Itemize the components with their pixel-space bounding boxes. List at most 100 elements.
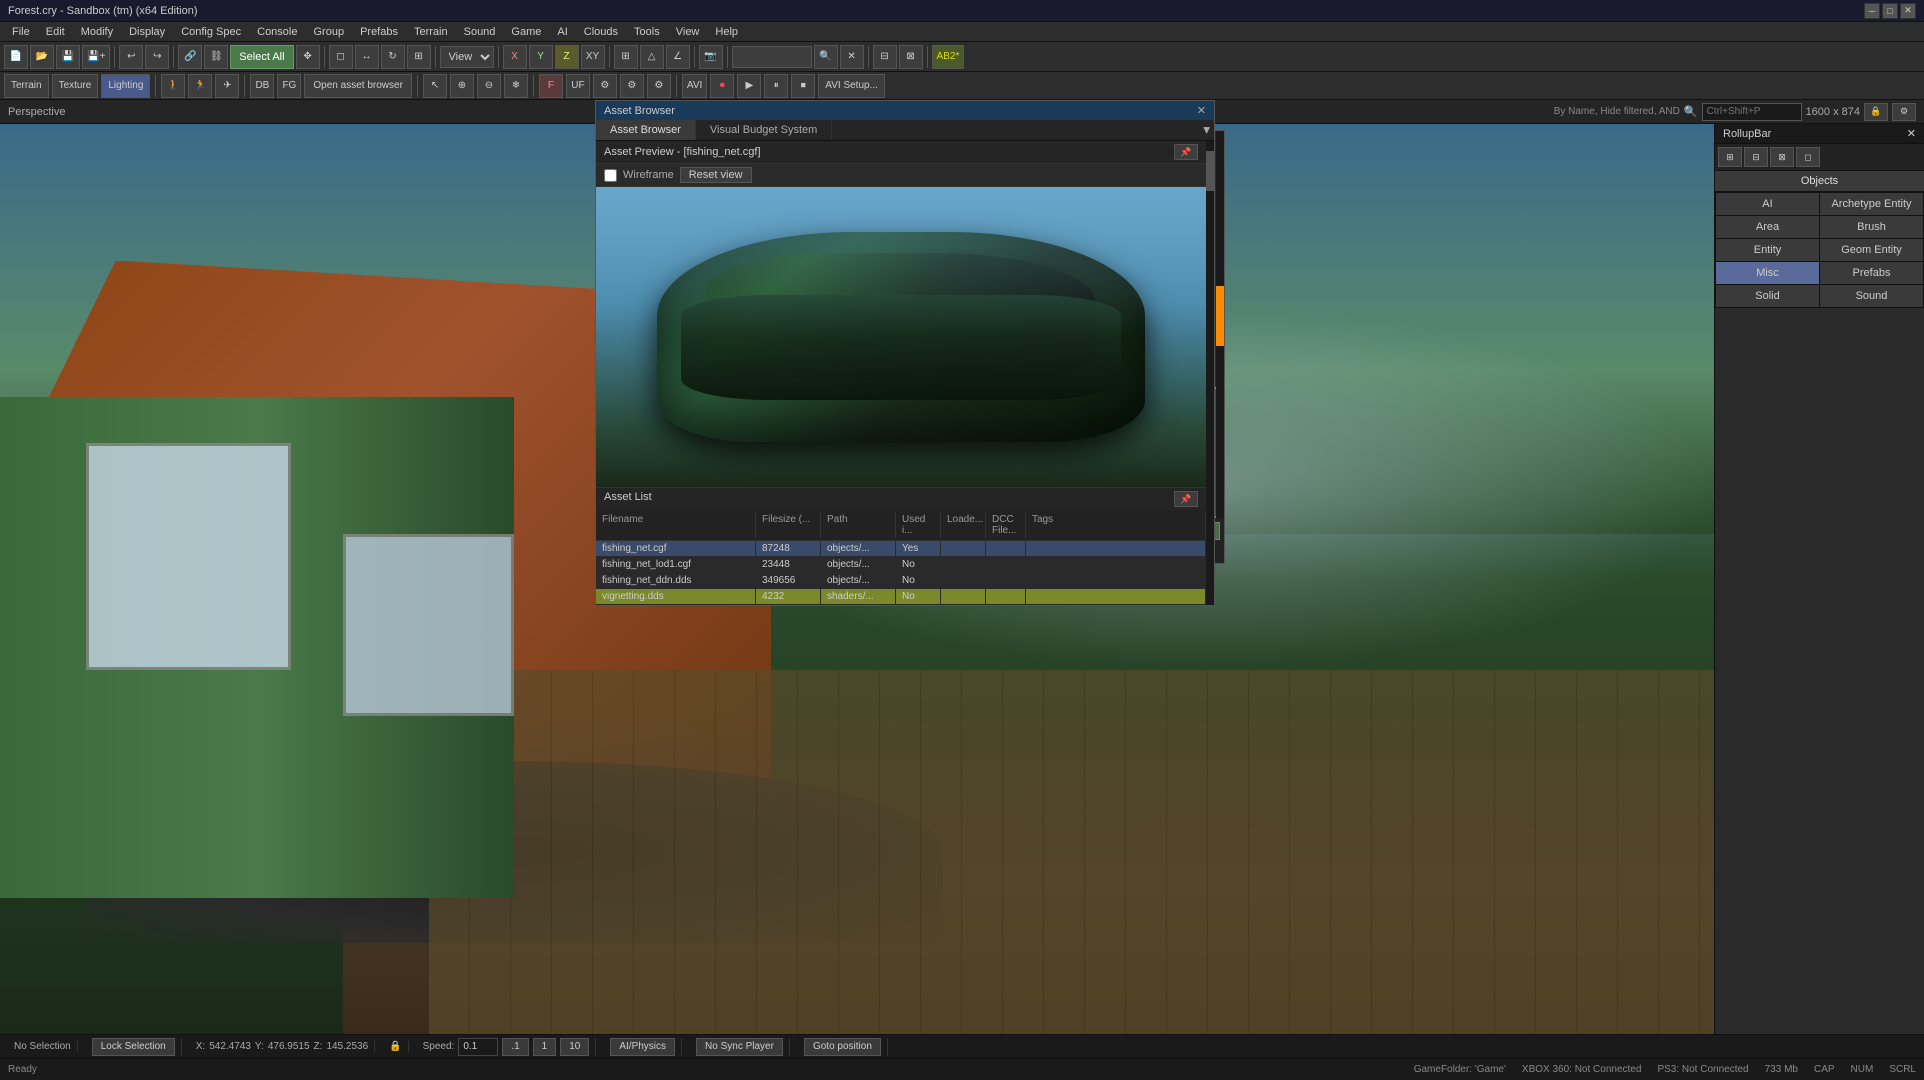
obj-entity-button[interactable]: Entity xyxy=(1716,239,1819,261)
obj-archetype-button[interactable]: Archetype Entity xyxy=(1820,193,1923,215)
obj-solid-button[interactable]: Solid xyxy=(1716,285,1819,307)
obj-sound-button[interactable]: Sound xyxy=(1820,285,1923,307)
speed-btn3[interactable]: 10 xyxy=(560,1038,589,1056)
speed-btn2[interactable]: 1 xyxy=(533,1038,557,1056)
obj-prefabs-button[interactable]: Prefabs xyxy=(1820,262,1923,284)
lock-selection-button[interactable]: Lock Selection xyxy=(92,1038,175,1056)
gear2-button[interactable]: ⚙ xyxy=(620,74,644,98)
wireframe-checkbox[interactable] xyxy=(604,169,617,182)
save-as-button[interactable]: 💾+ xyxy=(82,45,110,69)
rp-btn3[interactable]: ⊠ xyxy=(1770,147,1794,167)
terrain-button[interactable]: Terrain xyxy=(4,74,49,98)
view-settings-button[interactable]: ⚙ xyxy=(1892,103,1916,121)
asset-row-0[interactable]: fishing_net.cgf 87248 objects/... Yes xyxy=(596,541,1206,557)
unlink-button[interactable]: ⛓ xyxy=(204,45,228,69)
rotate-button[interactable]: ↻ xyxy=(381,45,405,69)
menu-prefabs[interactable]: Prefabs xyxy=(352,24,406,40)
layer2-button[interactable]: ⊠ xyxy=(899,45,923,69)
uf-button[interactable]: UF xyxy=(566,74,590,98)
attach-button[interactable]: ⊕ xyxy=(450,74,474,98)
db-button[interactable]: DB xyxy=(250,74,274,98)
obj-brush-button[interactable]: Brush xyxy=(1820,216,1923,238)
menu-modify[interactable]: Modify xyxy=(73,24,121,40)
x-axis-button[interactable]: X xyxy=(503,45,527,69)
fly-button[interactable]: ✈ xyxy=(215,74,239,98)
goto-position-button[interactable]: Goto position xyxy=(804,1038,881,1056)
fg-button[interactable]: FG xyxy=(277,74,301,98)
ai-physics-button[interactable]: AI/Physics xyxy=(610,1038,675,1056)
find-input[interactable] xyxy=(1702,103,1802,121)
undo-button[interactable]: ↩ xyxy=(119,45,143,69)
clear-button[interactable]: ✕ xyxy=(840,45,864,69)
layer-button[interactable]: ⊟ xyxy=(873,45,897,69)
search-field[interactable] xyxy=(732,46,812,68)
texture-button[interactable]: Texture xyxy=(52,74,99,98)
asset-row-1[interactable]: fishing_net_lod1.cgf 23448 objects/... N… xyxy=(596,557,1206,573)
avi-setup-button[interactable]: AVI Setup... xyxy=(818,74,885,98)
speed-btn1[interactable]: .1 xyxy=(502,1038,528,1056)
obj-area-button[interactable]: Area xyxy=(1716,216,1819,238)
asset-browser-close-icon[interactable]: ✕ xyxy=(1197,104,1206,117)
scale-button[interactable]: ⊞ xyxy=(407,45,431,69)
asset-list-pin-button[interactable]: 📌 xyxy=(1174,491,1198,507)
menu-view[interactable]: View xyxy=(668,24,708,40)
menu-ai[interactable]: AI xyxy=(549,24,575,40)
play-button[interactable]: ▶ xyxy=(737,74,761,98)
avi-button[interactable]: AVI xyxy=(682,74,707,98)
asset-list-scrollbar[interactable] xyxy=(1206,141,1214,605)
link-button[interactable]: 🔗 xyxy=(178,45,202,69)
rp-btn4[interactable]: ◻ xyxy=(1796,147,1820,167)
gear1-button[interactable]: ⚙ xyxy=(593,74,617,98)
reset-view-button[interactable]: Reset view xyxy=(680,167,752,183)
asset-row-2[interactable]: fishing_net_ddn.dds 349656 objects/... N… xyxy=(596,573,1206,589)
pointer-button[interactable]: ↖ xyxy=(423,74,447,98)
tab-visual-budget[interactable]: Visual Budget System xyxy=(696,120,832,140)
person-button[interactable]: 🚶 xyxy=(161,74,185,98)
camera-button[interactable]: 📷 xyxy=(699,45,723,69)
freeze-button[interactable]: ❄ xyxy=(504,74,528,98)
thumb-scrollbar[interactable] xyxy=(1216,131,1224,518)
menu-edit[interactable]: Edit xyxy=(38,24,73,40)
view-lock-button[interactable]: 🔒 xyxy=(1864,103,1888,121)
ab-collapse-btn[interactable]: ▾ xyxy=(1203,120,1210,140)
rp-btn1[interactable]: ⊞ xyxy=(1718,147,1742,167)
rollupbar-close-icon[interactable]: ✕ xyxy=(1907,127,1916,140)
preview-pin-button[interactable]: 📌 xyxy=(1174,144,1198,160)
thumb-scroll-handle[interactable] xyxy=(1216,286,1224,346)
menu-terrain[interactable]: Terrain xyxy=(406,24,456,40)
f-button[interactable]: F xyxy=(539,74,563,98)
menu-file[interactable]: File xyxy=(4,24,38,40)
minimize-button[interactable]: ─ xyxy=(1864,3,1880,19)
z-axis-button[interactable]: Z xyxy=(555,45,579,69)
stop-button[interactable]: ⏹ xyxy=(791,74,815,98)
select-all-button[interactable]: Select All xyxy=(230,45,293,69)
pause-button[interactable]: ⏸ xyxy=(764,74,788,98)
close-button[interactable]: ✕ xyxy=(1900,3,1916,19)
menu-console[interactable]: Console xyxy=(249,24,305,40)
menu-display[interactable]: Display xyxy=(121,24,173,40)
menu-tools[interactable]: Tools xyxy=(626,24,668,40)
menu-config-spec[interactable]: Config Spec xyxy=(173,24,249,40)
grid-button[interactable]: ⊞ xyxy=(614,45,638,69)
new-button[interactable]: 📄 xyxy=(4,45,28,69)
menu-clouds[interactable]: Clouds xyxy=(576,24,626,40)
open-asset-browser-button[interactable]: Open asset browser xyxy=(304,74,412,98)
view-dropdown[interactable]: View xyxy=(440,46,494,68)
xy-button[interactable]: XY xyxy=(581,45,605,69)
scroll-handle[interactable] xyxy=(1206,151,1214,191)
menu-group[interactable]: Group xyxy=(305,24,352,40)
menu-sound[interactable]: Sound xyxy=(456,24,504,40)
tab-asset-browser[interactable]: Asset Browser xyxy=(596,120,696,140)
3d-preview[interactable] xyxy=(596,187,1206,487)
obj-geom-button[interactable]: Geom Entity xyxy=(1820,239,1923,261)
gear3-button[interactable]: ⚙ xyxy=(647,74,671,98)
angle-snap-button[interactable]: ∠ xyxy=(666,45,690,69)
open-button[interactable]: 📂 xyxy=(30,45,54,69)
rec-button[interactable]: ⏺ xyxy=(710,74,734,98)
save-button[interactable]: 💾 xyxy=(56,45,80,69)
select-object-button[interactable]: ◻ xyxy=(329,45,353,69)
no-sync-player-button[interactable]: No Sync Player xyxy=(696,1038,783,1056)
rp-btn2[interactable]: ⊟ xyxy=(1744,147,1768,167)
obj-misc-button[interactable]: Misc xyxy=(1716,262,1819,284)
search-button[interactable]: 🔍 xyxy=(814,45,838,69)
